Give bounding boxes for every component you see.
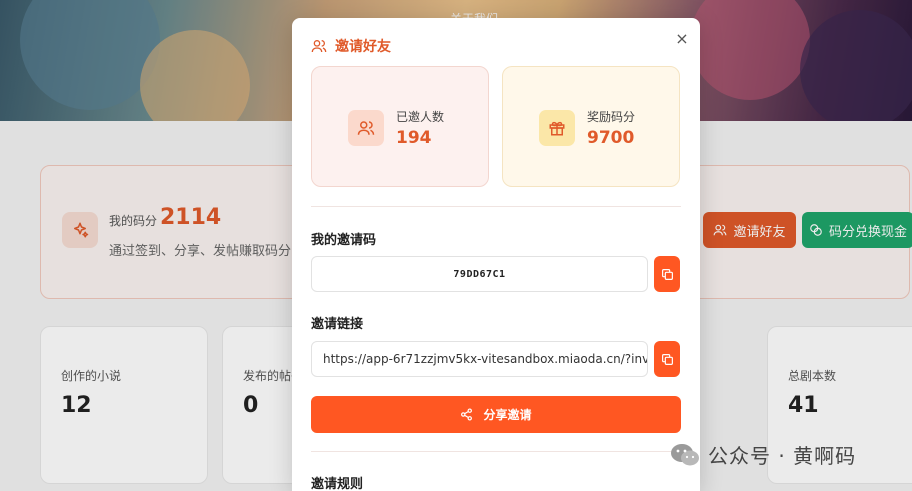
divider [311,206,681,207]
copy-code-button[interactable] [654,256,680,292]
wechat-icon [671,443,699,465]
invited-count-label: 已邀人数 [396,110,445,124]
watermark: 公众号 · 黄啊码 [670,440,856,469]
modal-title-text: 邀请好友 [335,39,391,55]
invite-code-title: 我的邀请码 [311,233,377,248]
share-icon [461,408,473,421]
invite-link-title: 邀请链接 [311,317,364,332]
invite-modal: 邀请好友 × 已邀人数 194 奖励码分 9700 我的邀请码 79DD67C1… [292,18,700,491]
divider [311,451,681,452]
invite-code-field[interactable]: 79DD67C1 [311,256,648,292]
copy-icon [661,353,673,365]
close-icon[interactable]: × [672,28,692,48]
gift-icon [539,110,575,146]
users-icon [311,40,327,53]
copy-link-button[interactable] [654,341,680,377]
invited-count-card: 已邀人数 194 [311,66,489,187]
reward-points-value: 9700 [587,128,635,148]
watermark-text: 公众号 · 黄啊码 [708,444,857,468]
users-icon [348,110,384,146]
share-invite-button[interactable]: 分享邀请 [311,396,681,433]
invite-link-field[interactable]: https://app-6r71zzjmv5kx-vitesandbox.mia… [311,341,648,377]
invited-count-value: 194 [396,128,432,148]
modal-title: 邀请好友 [311,36,391,56]
reward-points-card: 奖励码分 9700 [502,66,680,187]
share-invite-label: 分享邀请 [483,408,532,422]
copy-icon [661,268,673,280]
reward-points-label: 奖励码分 [587,110,636,124]
invite-rules-title: 邀请规则 [311,477,364,491]
